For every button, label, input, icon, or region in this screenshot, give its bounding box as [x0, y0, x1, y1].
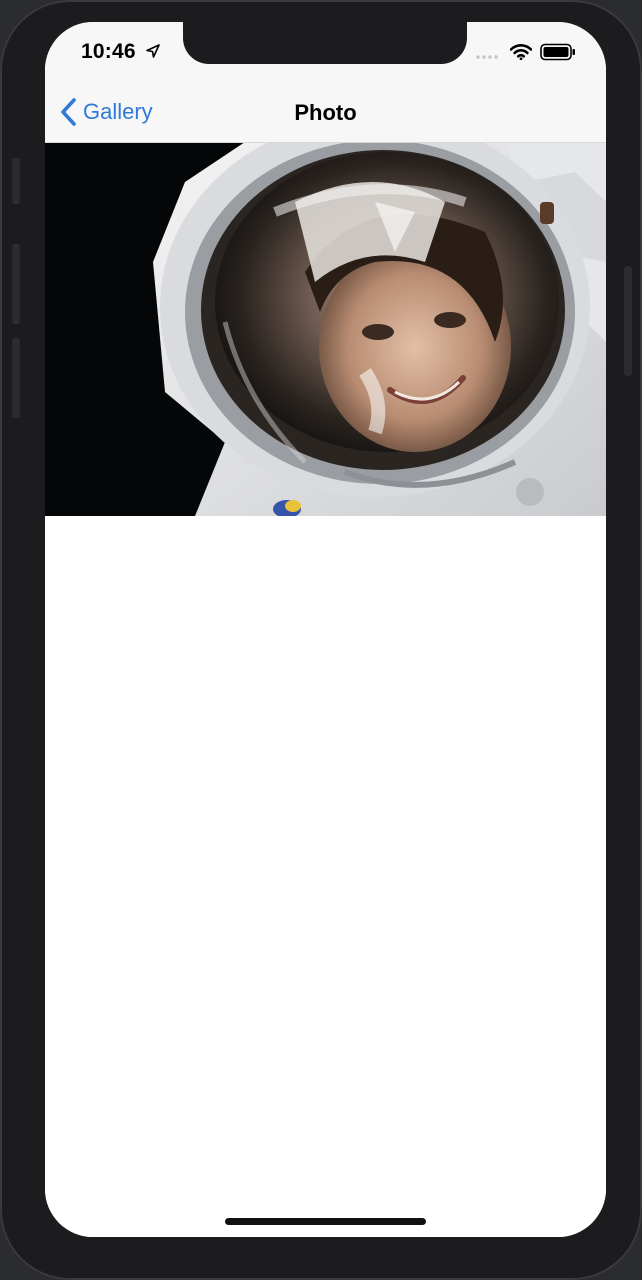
- battery-icon: [540, 43, 575, 61]
- volume-up-button: [12, 244, 20, 324]
- status-time: 10:46: [81, 40, 136, 63]
- nav-title: Photo: [294, 100, 357, 125]
- home-indicator[interactable]: [225, 1218, 426, 1225]
- notch: [183, 22, 467, 64]
- page: 10:46 Gallery Photo: [0, 0, 642, 1280]
- location-arrow-icon: [146, 44, 160, 58]
- power-button: [624, 266, 632, 376]
- content-area: [45, 516, 606, 1237]
- wifi-icon: [510, 44, 532, 60]
- photo[interactable]: [45, 142, 606, 516]
- cellular-signal-icon: [476, 55, 498, 59]
- silent-switch: [12, 158, 20, 204]
- volume-down-button: [12, 338, 20, 418]
- screen: 10:46 Gallery Photo: [45, 22, 606, 1237]
- astronaut-photo-image: [45, 142, 606, 516]
- navigation-bar: Gallery Photo: [45, 82, 606, 143]
